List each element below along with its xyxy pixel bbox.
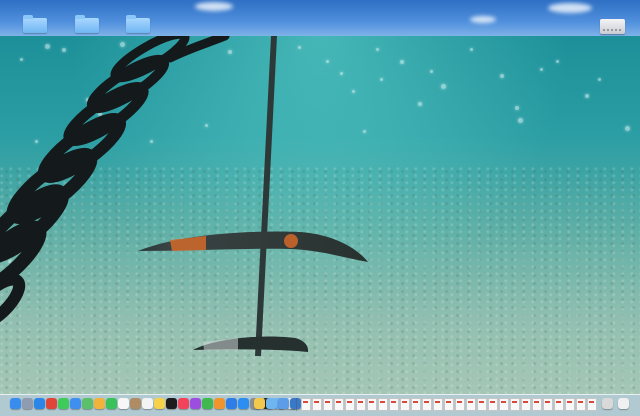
- document-thumbnail[interactable]: [576, 398, 586, 411]
- app-store-icon[interactable]: [238, 398, 249, 409]
- dock-separator: [296, 398, 297, 411]
- cloud: [470, 16, 496, 23]
- document-thumbnail[interactable]: [521, 398, 531, 411]
- external-drive-icon[interactable]: [600, 19, 625, 34]
- document-thumbnail[interactable]: [543, 398, 553, 411]
- messages-icon[interactable]: [58, 398, 69, 409]
- facetime-icon[interactable]: [106, 398, 117, 409]
- document-thumbnail[interactable]: [400, 398, 410, 411]
- document-thumbnail[interactable]: [565, 398, 575, 411]
- document-thumbnail[interactable]: [367, 398, 377, 411]
- foil-mast: [255, 36, 277, 356]
- desktop-folder-icon[interactable]: [126, 15, 150, 33]
- document-thumbnail[interactable]: [510, 398, 520, 411]
- cloud: [195, 2, 233, 11]
- cloud: [548, 3, 592, 13]
- launchpad-icon[interactable]: [22, 398, 33, 409]
- trash-icon[interactable]: [618, 398, 629, 409]
- pages-icon[interactable]: [214, 398, 225, 409]
- desktop-folder-icon[interactable]: [75, 15, 99, 33]
- document-thumbnail[interactable]: [488, 398, 498, 411]
- safari-icon[interactable]: [34, 398, 45, 409]
- document-thumbnail[interactable]: [433, 398, 443, 411]
- coiled-leash: [0, 36, 230, 331]
- document-thumbnail[interactable]: [378, 398, 388, 411]
- document-thumbnail[interactable]: [345, 398, 355, 411]
- document-thumbnail[interactable]: [323, 398, 333, 411]
- front-wing: [138, 231, 368, 262]
- chrome-icon[interactable]: [46, 398, 57, 409]
- numbers-icon[interactable]: [202, 398, 213, 409]
- photos-icon[interactable]: [94, 398, 105, 409]
- hydrofoil-scene: [0, 36, 368, 356]
- document-thumbnail[interactable]: [411, 398, 421, 411]
- keynote-icon[interactable]: [226, 398, 237, 409]
- tv-icon[interactable]: [166, 398, 177, 409]
- music-icon[interactable]: [178, 398, 189, 409]
- maps-icon[interactable]: [82, 398, 93, 409]
- stack-icon[interactable]: [602, 398, 613, 409]
- document-thumbnail[interactable]: [587, 398, 597, 411]
- notes-icon[interactable]: [154, 398, 165, 409]
- podcasts-icon[interactable]: [190, 398, 201, 409]
- dock: [0, 394, 640, 416]
- mail-icon[interactable]: [70, 398, 81, 409]
- screenshot-icon[interactable]: [278, 398, 289, 409]
- document-thumbnail[interactable]: [499, 398, 509, 411]
- contacts-icon[interactable]: [130, 398, 141, 409]
- document-thumbnail[interactable]: [455, 398, 465, 411]
- reminders-icon[interactable]: [142, 398, 153, 409]
- document-thumbnail[interactable]: [422, 398, 432, 411]
- document-thumbnail[interactable]: [334, 398, 344, 411]
- desktop-folder-icon[interactable]: [23, 15, 47, 33]
- rear-stabilizer: [193, 336, 309, 352]
- document-thumbnail[interactable]: [532, 398, 542, 411]
- document-thumbnail[interactable]: [444, 398, 454, 411]
- calendar-icon[interactable]: [118, 398, 129, 409]
- finder-icon[interactable]: [10, 398, 21, 409]
- document-thumbnail[interactable]: [356, 398, 366, 411]
- document-thumbnail[interactable]: [466, 398, 476, 411]
- document-thumbnail[interactable]: [477, 398, 487, 411]
- downloads-icon[interactable]: [266, 398, 277, 409]
- document-thumbnail[interactable]: [389, 398, 399, 411]
- document-thumbnail[interactable]: [554, 398, 564, 411]
- document-thumbnail[interactable]: [301, 398, 311, 411]
- folder-icon[interactable]: [254, 398, 265, 409]
- document-thumbnail[interactable]: [312, 398, 322, 411]
